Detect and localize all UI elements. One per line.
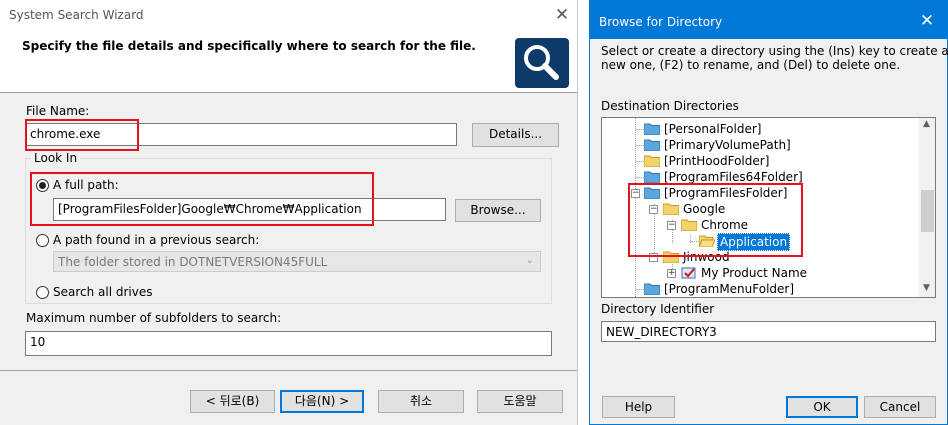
full-path-highlight <box>30 172 374 226</box>
chevron-down-icon: ⌄ <box>525 255 534 266</box>
previous-search-select[interactable]: The folder stored in DOTNETVERSION45FULL… <box>53 251 541 272</box>
folder-icon <box>644 139 660 151</box>
wizard-footer-divider <box>0 370 577 371</box>
previous-search-radio[interactable] <box>36 234 49 247</box>
browse-instructions-line2: new one, (F2) to rename, and (Del) to de… <box>601 58 901 72</box>
wizard-header: Specify the file details and specificall… <box>0 31 577 93</box>
identifier-input[interactable]: NEW_DIRECTORY3 <box>601 321 936 342</box>
expand-icon[interactable]: + <box>667 269 676 278</box>
back-button[interactable]: < 뒤로(B) <box>190 390 275 413</box>
browse-button[interactable]: Browse... <box>455 199 541 222</box>
tree-item[interactable]: + My Product Name <box>602 265 920 281</box>
browse-titlebar: Browse for Directory ✕ <box>590 1 947 39</box>
tree-scrollbar[interactable]: ▲ ▼ <box>919 118 935 297</box>
browse-title: Browse for Directory <box>599 15 723 29</box>
max-subfolders-label: Maximum number of subfolders to search: <box>26 311 282 325</box>
folder-icon <box>644 171 660 183</box>
file-name-label: File Name: <box>26 104 90 118</box>
cancel-button[interactable]: 취소 <box>378 390 464 413</box>
next-button[interactable]: 다음(N) > <box>280 390 364 413</box>
all-drives-radio[interactable] <box>36 286 49 299</box>
scroll-down-icon[interactable]: ▼ <box>923 283 930 293</box>
tree-item[interactable]: [PrimaryVolumePath] <box>602 137 920 153</box>
previous-search-value: The folder stored in DOTNETVERSION45FULL <box>58 255 328 269</box>
tree-item[interactable]: [PrintHoodFolder] <box>602 153 920 169</box>
scroll-thumb[interactable] <box>921 190 934 232</box>
wizard-titlebar: System Search Wizard ✕ <box>0 0 577 31</box>
tree-highlight <box>628 183 803 257</box>
identifier-label: Directory Identifier <box>601 302 715 316</box>
folder-icon <box>644 155 660 167</box>
wizard-title: System Search Wizard <box>9 8 144 22</box>
file-name-highlight <box>25 119 139 151</box>
ok-button[interactable]: OK <box>786 396 858 418</box>
look-in-label: Look In <box>31 151 81 165</box>
wizard-header-text: Specify the file details and specificall… <box>22 39 476 53</box>
all-drives-label: Search all drives <box>53 285 153 299</box>
folder-icon <box>644 283 660 295</box>
search-magnifier-icon <box>515 38 569 88</box>
product-checked-icon <box>681 267 696 279</box>
destination-label: Destination Directories <box>601 99 739 113</box>
browse-help-button[interactable]: Help <box>602 396 675 418</box>
scroll-up-icon[interactable]: ▲ <box>923 119 930 129</box>
details-button[interactable]: Details... <box>472 123 559 147</box>
folder-icon <box>644 123 660 135</box>
browse-instructions-line1: Select or create a directory using the (… <box>601 44 948 58</box>
close-icon[interactable]: ✕ <box>549 4 575 26</box>
tree-item[interactable]: [ProgramMenuFolder] <box>602 281 920 297</box>
browse-close-icon[interactable]: ✕ <box>914 10 940 32</box>
previous-search-label: A path found in a previous search: <box>53 233 260 247</box>
max-subfolders-input[interactable]: 10 <box>25 331 552 356</box>
wizard-window: System Search Wizard ✕ Specify the file … <box>0 0 578 425</box>
browse-window: Browse for Directory ✕ Select or create … <box>589 0 948 425</box>
tree-item[interactable]: [PersonalFolder] <box>602 121 920 137</box>
help-button[interactable]: 도움말 <box>477 390 563 413</box>
browse-cancel-button[interactable]: Cancel <box>864 396 936 418</box>
